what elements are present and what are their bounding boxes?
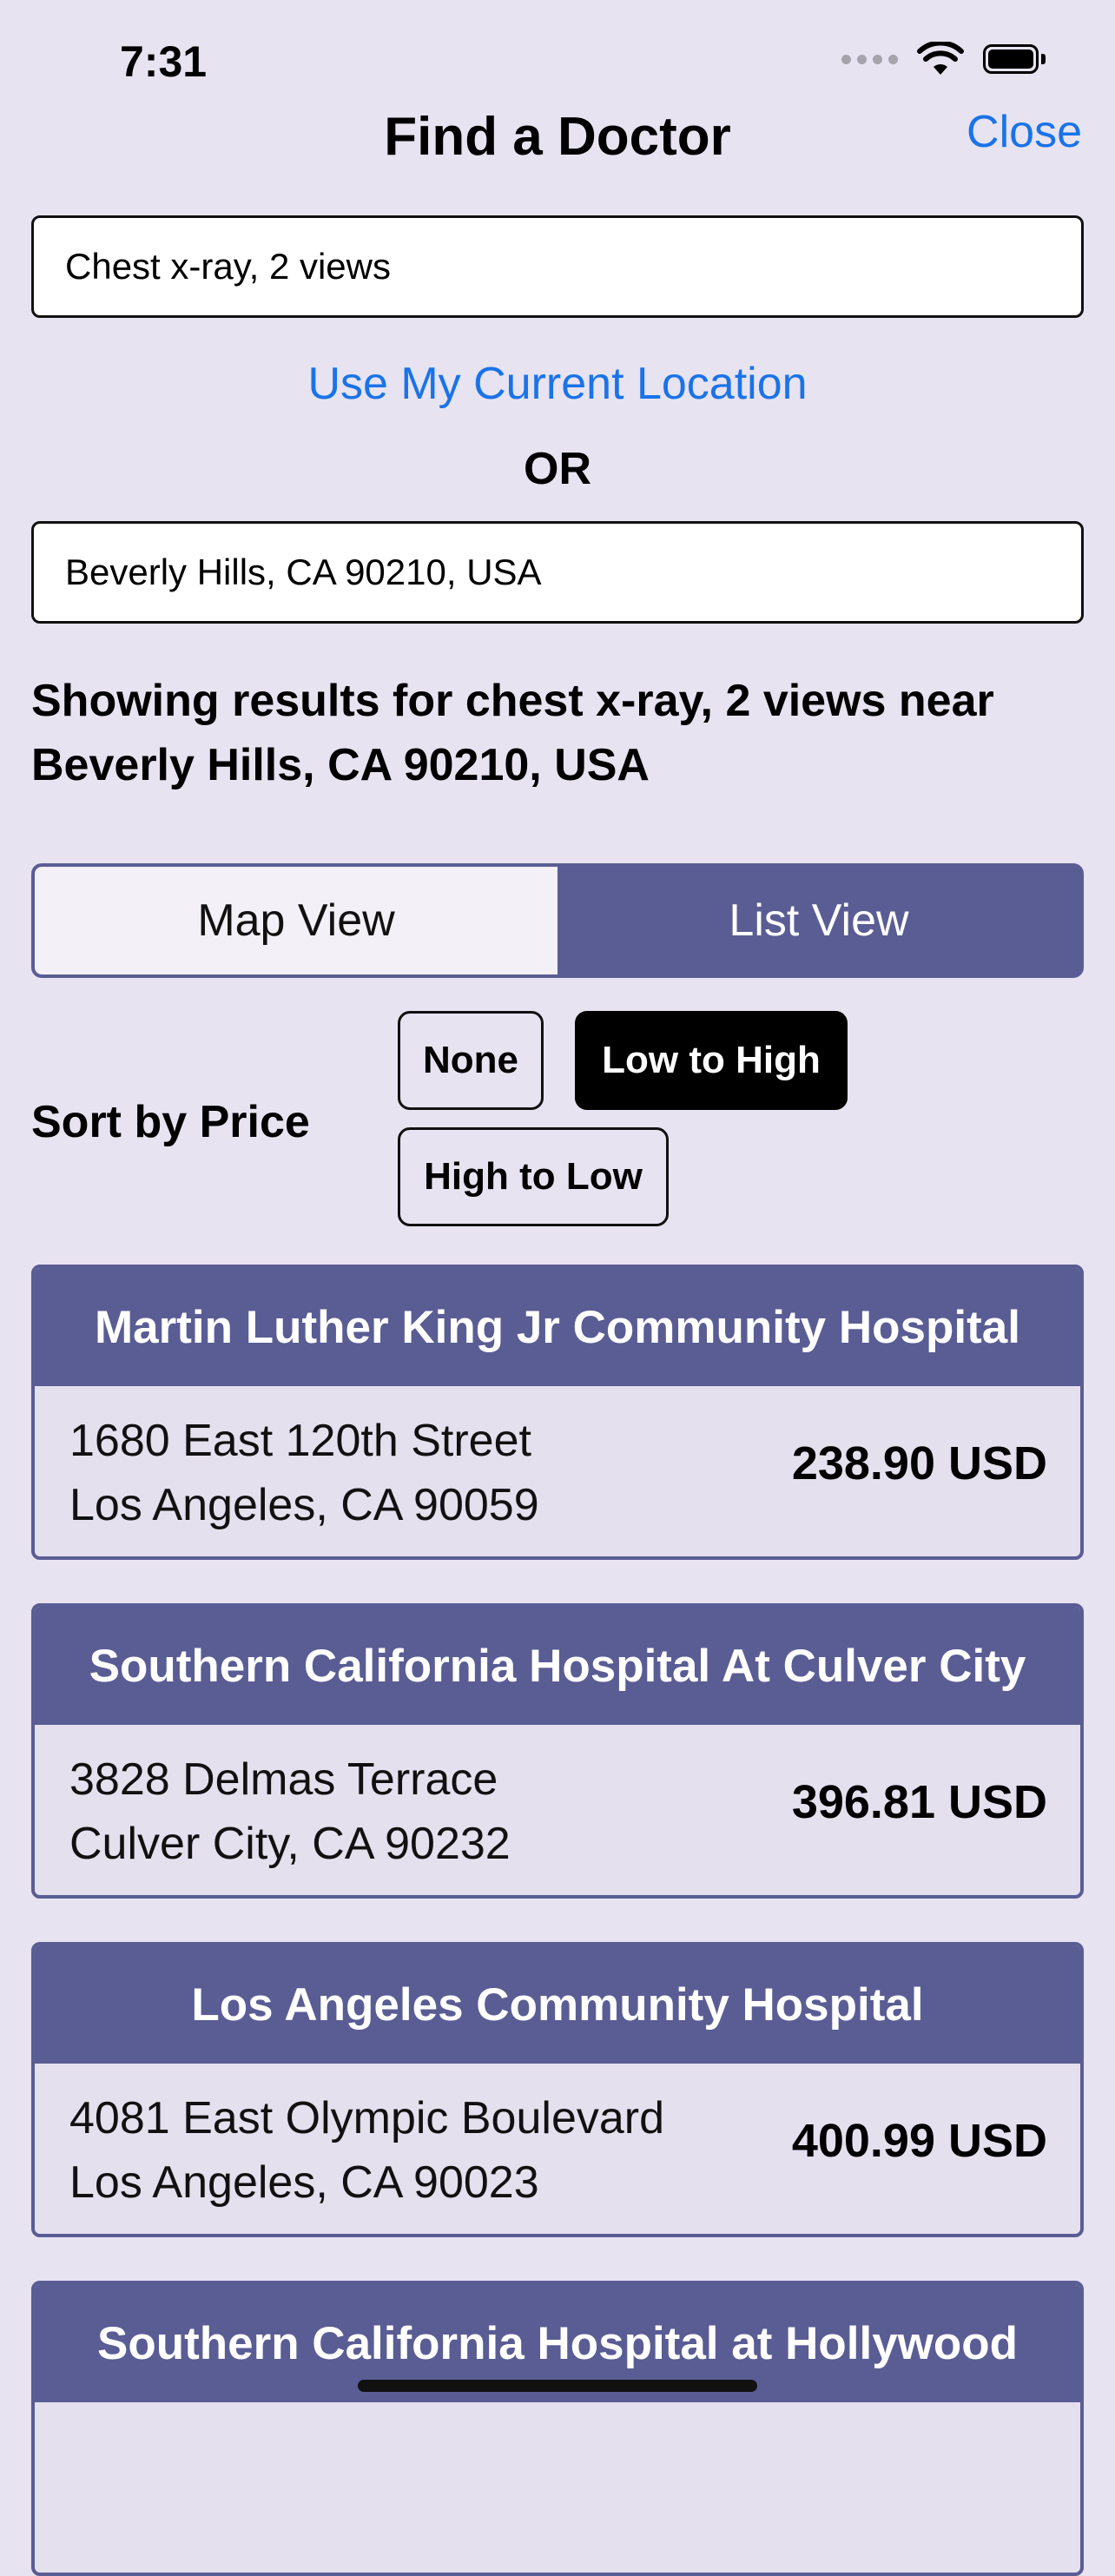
hospital-street: 1680 East 120th Street bbox=[69, 1416, 531, 1466]
sort-by-price-label: Sort by Price bbox=[31, 1097, 310, 1147]
hospital-city: Los Angeles, CA 90059 bbox=[69, 1480, 539, 1530]
hospital-price: 396.81 USD bbox=[791, 1776, 1047, 1828]
hospital-address: 3828 Delmas Terrace Culver City, CA 9023… bbox=[69, 1747, 511, 1876]
hospital-card[interactable]: Southern California Hospital At Culver C… bbox=[31, 1603, 1084, 1899]
results-summary: Showing results for chest x-ray, 2 views… bbox=[31, 676, 994, 790]
hospital-card[interactable]: Southern California Hospital at Hollywoo… bbox=[31, 2281, 1084, 2576]
hospital-name: Martin Luther King Jr Community Hospital bbox=[35, 1268, 1080, 1386]
sort-high-to-low-button[interactable]: High to Low bbox=[398, 1127, 669, 1226]
view-toggle: Map View List View bbox=[31, 863, 1084, 978]
hospital-name: Southern California Hospital At Culver C… bbox=[35, 1607, 1080, 1725]
hospital-card[interactable]: Los Angeles Community Hospital 4081 East… bbox=[31, 1942, 1084, 2237]
sort-none-button[interactable]: None bbox=[398, 1011, 544, 1110]
hospital-city: Los Angeles, CA 90023 bbox=[69, 2157, 539, 2208]
cellular-signal-icon bbox=[841, 54, 898, 64]
page-title: Find a Doctor bbox=[384, 107, 731, 167]
hospital-price: 400.99 USD bbox=[791, 2115, 1047, 2167]
status-bar: 7:31 bbox=[0, 0, 1115, 122]
location-search-field[interactable]: Beverly Hills, CA 90210, USA bbox=[31, 521, 1084, 624]
map-view-tab[interactable]: Map View bbox=[35, 867, 558, 974]
status-icons bbox=[841, 42, 1046, 76]
hospital-price: 238.90 USD bbox=[791, 1437, 1047, 1489]
hospital-street: 3828 Delmas Terrace bbox=[69, 1754, 498, 1805]
use-current-location-link[interactable]: Use My Current Location bbox=[0, 358, 1115, 410]
close-button[interactable]: Close bbox=[967, 106, 1082, 158]
hospital-card[interactable]: Martin Luther King Jr Community Hospital… bbox=[31, 1265, 1084, 1560]
battery-icon bbox=[983, 44, 1046, 74]
hospital-name: Los Angeles Community Hospital bbox=[35, 1945, 1080, 2064]
hospital-city: Culver City, CA 90232 bbox=[69, 1819, 511, 1869]
hospital-address: 4081 East Olympic Boulevard Los Angeles,… bbox=[69, 2086, 664, 2215]
procedure-search-field[interactable]: Chest x-ray, 2 views bbox=[31, 215, 1084, 318]
status-time: 7:31 bbox=[120, 37, 208, 86]
home-indicator[interactable] bbox=[358, 2380, 757, 2392]
hospital-street: 4081 East Olympic Boulevard bbox=[69, 2093, 665, 2143]
list-view-tab[interactable]: List View bbox=[558, 867, 1080, 974]
wifi-icon bbox=[917, 42, 964, 75]
hospital-address: 1680 East 120th Street Los Angeles, CA 9… bbox=[69, 1409, 539, 1537]
or-divider-label: OR bbox=[524, 444, 591, 494]
sort-low-to-high-button[interactable]: Low to High bbox=[575, 1011, 848, 1110]
